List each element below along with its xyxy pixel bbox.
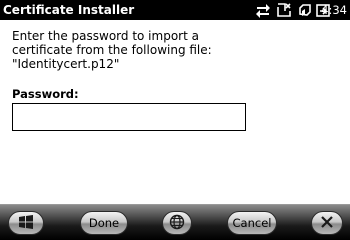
password-label: Password: [12,87,79,101]
input-panel-button[interactable] [162,211,192,235]
network-data-icon[interactable] [255,2,271,18]
phone-signal-off-icon[interactable] [276,2,292,18]
close-icon [319,214,335,233]
cancel-button-label: Cancel [232,216,272,230]
keyboard-globe-icon [169,214,185,233]
windows-start-icon [18,214,34,233]
done-button-label: Done [88,216,120,230]
clock: 4:34 [321,3,347,17]
start-button[interactable] [8,211,44,235]
done-button[interactable]: Done [80,211,128,235]
cancel-button[interactable]: Cancel [227,211,277,235]
password-input[interactable] [12,103,246,131]
prompt-text-line-3: "Identitycert.p12" [12,57,120,71]
volume-icon[interactable] [297,2,313,18]
dialog-content: Enter the password to import a certifica… [0,20,350,204]
title-bar: Certificate Installer 4:34 [0,0,350,20]
close-button[interactable] [311,211,343,235]
app-title: Certificate Installer [3,3,135,17]
prompt-text-line-1: Enter the password to import a [12,29,199,43]
soft-key-bar: Done Cancel [0,204,350,240]
prompt-text-line-2: certificate from the following file: [12,43,212,57]
